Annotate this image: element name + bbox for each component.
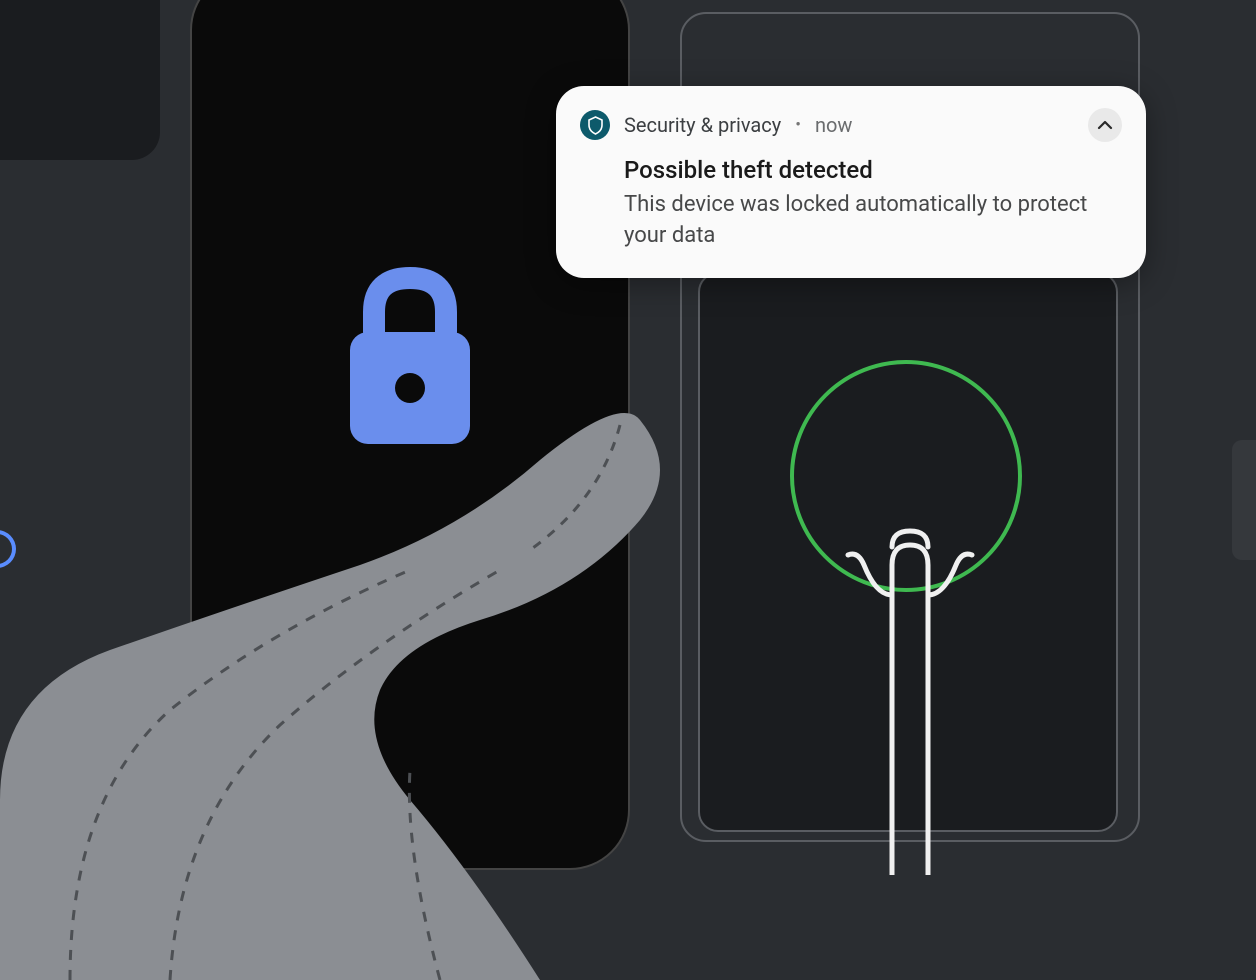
notification-timestamp: now [815, 113, 852, 137]
notification-body: Possible theft detected This device was … [580, 156, 1122, 252]
notification-description: This device was locked automatically to … [624, 190, 1122, 252]
hand-illustration [0, 380, 740, 980]
expand-button[interactable] [1088, 108, 1122, 142]
notification-app-name: Security & privacy [624, 113, 781, 137]
background-panel [0, 0, 160, 160]
separator: • [795, 115, 801, 135]
chevron-up-icon [1097, 120, 1113, 130]
side-tab [1232, 440, 1256, 560]
person-outline-icon [840, 505, 980, 875]
shield-icon [580, 110, 610, 140]
notification-card[interactable]: Security & privacy • now Possible theft … [556, 86, 1146, 278]
notification-title: Possible theft detected [624, 156, 1122, 184]
notification-header: Security & privacy • now [580, 108, 1122, 142]
